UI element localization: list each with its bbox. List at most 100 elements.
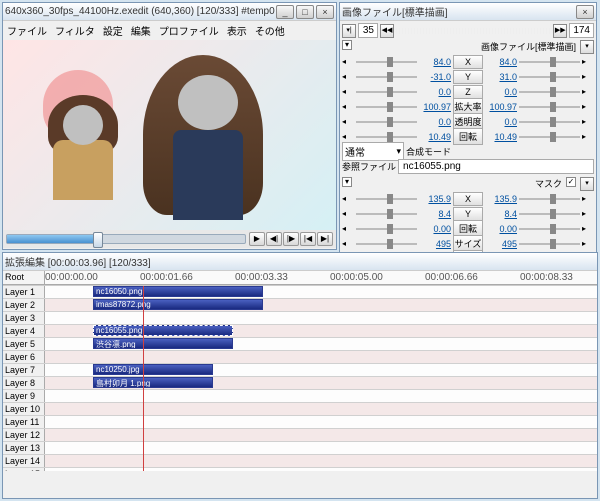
frame-end[interactable]: 174 xyxy=(569,23,594,38)
layer-label[interactable]: Layer 4 xyxy=(3,325,45,337)
param-value-left[interactable]: 0.00 xyxy=(419,224,451,234)
timeline-layer[interactable]: Layer 4nc16055.png xyxy=(3,325,597,338)
key-right-icon[interactable]: ▸ xyxy=(582,239,594,248)
layer-label[interactable]: Layer 8 xyxy=(3,377,45,389)
key-left-icon[interactable]: ◂ xyxy=(342,72,354,81)
key-right-icon[interactable]: ▸ xyxy=(582,209,594,218)
layer-label[interactable]: Layer 7 xyxy=(3,364,45,376)
param-value-left[interactable]: 0.0 xyxy=(419,117,451,127)
layer-label[interactable]: Layer 10 xyxy=(3,403,45,415)
layer-track[interactable] xyxy=(45,416,597,428)
param-value-left[interactable]: 100.97 xyxy=(419,102,451,112)
menu-file[interactable]: ファイル xyxy=(7,23,47,38)
param-label[interactable]: X xyxy=(453,192,483,206)
timeline-layer[interactable]: Layer 8 島村卯月 1.png xyxy=(3,377,597,390)
key-right-icon[interactable]: ▸ xyxy=(582,194,594,203)
timeline-clip[interactable]: nc16050.png xyxy=(93,286,263,297)
param-value-left[interactable]: 0.0 xyxy=(419,87,451,97)
layer-label[interactable]: Layer 6 xyxy=(3,351,45,363)
menu-profile[interactable]: プロファイル xyxy=(159,23,219,38)
key-left-icon[interactable]: ◂ xyxy=(342,57,354,66)
key-right-icon[interactable]: ▸ xyxy=(582,57,594,66)
menu-filter[interactable]: フィルタ xyxy=(55,23,95,38)
frame-start[interactable]: 35 xyxy=(358,23,378,38)
layer-track[interactable]: nc16050.png xyxy=(45,286,597,298)
layer-label[interactable]: Layer 14 xyxy=(3,455,45,467)
file-type-menu[interactable]: ▾ xyxy=(580,40,594,54)
key-left-icon[interactable]: ◂ xyxy=(342,239,354,248)
param-slider[interactable] xyxy=(519,104,580,110)
param-slider[interactable] xyxy=(519,226,580,232)
timeline-clip[interactable]: 島村卯月 1.png xyxy=(93,377,213,388)
param-slider[interactable] xyxy=(519,119,580,125)
timeline-layer[interactable]: Layer 14 xyxy=(3,455,597,468)
param-slider[interactable] xyxy=(356,59,417,65)
layer-label[interactable]: Layer 3 xyxy=(3,312,45,324)
next-frame-button[interactable]: |▶ xyxy=(283,232,299,246)
layer-track[interactable]: nc10250.jpg xyxy=(45,364,597,376)
param-label[interactable]: X xyxy=(453,55,483,69)
key-left-icon[interactable]: ◂ xyxy=(342,102,354,111)
timeline-layer[interactable]: Layer 2imas87872.png xyxy=(3,299,597,312)
param-slider[interactable] xyxy=(519,74,580,80)
param-slider[interactable] xyxy=(519,241,580,247)
param-value-right[interactable]: 0.00 xyxy=(485,224,517,234)
timeline-layer[interactable]: Layer 12 xyxy=(3,429,597,442)
param-label[interactable]: Y xyxy=(453,70,483,84)
range-slider[interactable] xyxy=(396,28,551,34)
menu-settings[interactable]: 設定 xyxy=(103,23,123,38)
key-left-icon[interactable]: ◂ xyxy=(342,209,354,218)
param-value-left[interactable]: 10.49 xyxy=(419,132,451,142)
param-slider[interactable] xyxy=(356,104,417,110)
param-slider[interactable] xyxy=(356,196,417,202)
timeline-layer[interactable]: Layer 11 xyxy=(3,416,597,429)
timeline-titlebar[interactable]: 拡張編集 [00:00:03.96] [120/333] xyxy=(3,253,597,271)
prev-key-button[interactable]: ◀◀ xyxy=(380,24,394,38)
props-titlebar[interactable]: 画像ファイル[標準描画] × xyxy=(340,3,596,21)
timeline-body[interactable]: Layer 1nc16050.pngLayer 2imas87872.pngLa… xyxy=(3,286,597,471)
layer-track[interactable] xyxy=(45,455,597,467)
layer-track[interactable]: nc16055.png xyxy=(45,325,597,337)
end-button[interactable]: ▶| xyxy=(317,232,333,246)
param-value-right[interactable]: 100.97 xyxy=(485,102,517,112)
key-right-icon[interactable]: ▸ xyxy=(582,87,594,96)
key-right-icon[interactable]: ▸ xyxy=(582,132,594,141)
param-value-left[interactable]: -31.0 xyxy=(419,72,451,82)
param-slider[interactable] xyxy=(519,196,580,202)
timeline-layer[interactable]: Layer 5渋谷凛.png xyxy=(3,338,597,351)
timeline-clip[interactable]: 渋谷凛.png xyxy=(93,338,233,349)
layer-track[interactable] xyxy=(45,403,597,415)
layer-track[interactable] xyxy=(45,442,597,454)
timeline-root[interactable]: Root xyxy=(3,271,45,284)
timeline-clip[interactable]: imas87872.png xyxy=(93,299,263,310)
section2-toggle[interactable]: ▾ xyxy=(342,177,352,187)
timeline-layer[interactable]: Layer 1nc16050.png xyxy=(3,286,597,299)
collapse-icon[interactable]: ▾| xyxy=(342,24,356,38)
close-button[interactable]: × xyxy=(316,5,334,19)
timeline-layer[interactable]: Layer 7nc10250.jpg xyxy=(3,364,597,377)
layer-label[interactable]: Layer 12 xyxy=(3,429,45,441)
key-right-icon[interactable]: ▸ xyxy=(582,224,594,233)
ref-file-value[interactable]: nc16055.png xyxy=(398,159,594,174)
key-left-icon[interactable]: ◂ xyxy=(342,117,354,126)
seek-track[interactable] xyxy=(6,234,246,244)
param-slider[interactable] xyxy=(519,89,580,95)
layer-label[interactable]: Layer 15 xyxy=(3,468,45,471)
section1-toggle[interactable]: ▾ xyxy=(342,40,352,50)
layer-track[interactable]: imas87872.png xyxy=(45,299,597,311)
param-value-right[interactable]: 10.49 xyxy=(485,132,517,142)
layer-label[interactable]: Layer 9 xyxy=(3,390,45,402)
param-slider[interactable] xyxy=(519,59,580,65)
param-value-left[interactable]: 495 xyxy=(419,239,451,249)
param-value-right[interactable]: 31.0 xyxy=(485,72,517,82)
param-value-left[interactable]: 135.9 xyxy=(419,194,451,204)
param-value-right[interactable]: 135.9 xyxy=(485,194,517,204)
param-value-left[interactable]: 84.0 xyxy=(419,57,451,67)
param-value-right[interactable]: 84.0 xyxy=(485,57,517,67)
param-value-right[interactable]: 8.4 xyxy=(485,209,517,219)
param-slider[interactable] xyxy=(356,119,417,125)
param-slider[interactable] xyxy=(519,211,580,217)
play-button[interactable]: ▶ xyxy=(249,232,265,246)
param-slider[interactable] xyxy=(356,74,417,80)
param-label[interactable]: Z xyxy=(453,85,483,99)
